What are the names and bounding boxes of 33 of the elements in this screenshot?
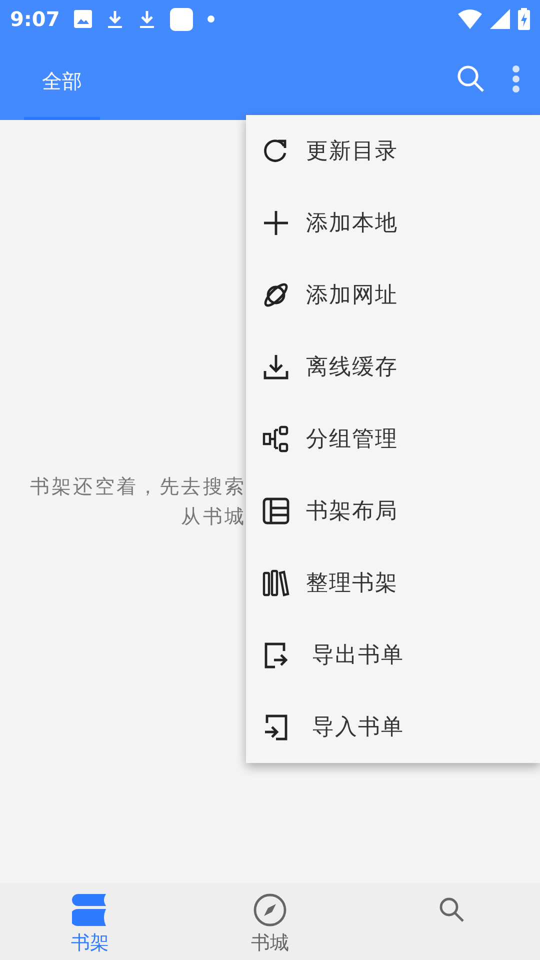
square-icon: [170, 8, 193, 30]
books-icon: [72, 893, 108, 927]
menu-item[interactable]: 整理书架: [246, 547, 540, 619]
import-icon: [262, 713, 290, 741]
nav-tab[interactable]: 书城: [180, 883, 360, 960]
more-icon: [510, 64, 522, 94]
signal-icon: [490, 9, 510, 29]
export-icon: [262, 641, 290, 669]
menu-item[interactable]: 分组管理: [246, 403, 540, 475]
compass-icon: [253, 893, 287, 927]
group-icon: [262, 425, 290, 453]
empty-message-text: 从书城: [181, 504, 246, 530]
books-icon: [262, 569, 290, 597]
dot-icon: [206, 15, 215, 23]
wifi-icon: [458, 9, 482, 29]
menu-item[interactable]: 书架布局: [246, 475, 540, 547]
menu-item[interactable]: 离线缓存: [246, 331, 540, 403]
empty-message-text: 书架还空着，先去搜索: [30, 474, 246, 500]
battery-icon: [518, 8, 530, 30]
download-icon: [262, 353, 290, 381]
planet-icon: [262, 281, 290, 309]
download-icon: [106, 10, 124, 28]
download-icon: [138, 10, 156, 28]
search-icon: [456, 64, 486, 94]
menu-item[interactable]: 导入书单: [246, 691, 540, 763]
menu-item[interactable]: 导出书单: [246, 619, 540, 691]
menu-item[interactable]: 添加网址: [246, 259, 540, 331]
menu-item[interactable]: 添加本地: [246, 187, 540, 259]
layout-icon: [262, 497, 290, 525]
image-icon: [74, 10, 92, 28]
menu-item[interactable]: 更新目录: [246, 115, 540, 187]
plus-icon: [262, 209, 290, 237]
clock-time: 9:07: [10, 6, 60, 33]
